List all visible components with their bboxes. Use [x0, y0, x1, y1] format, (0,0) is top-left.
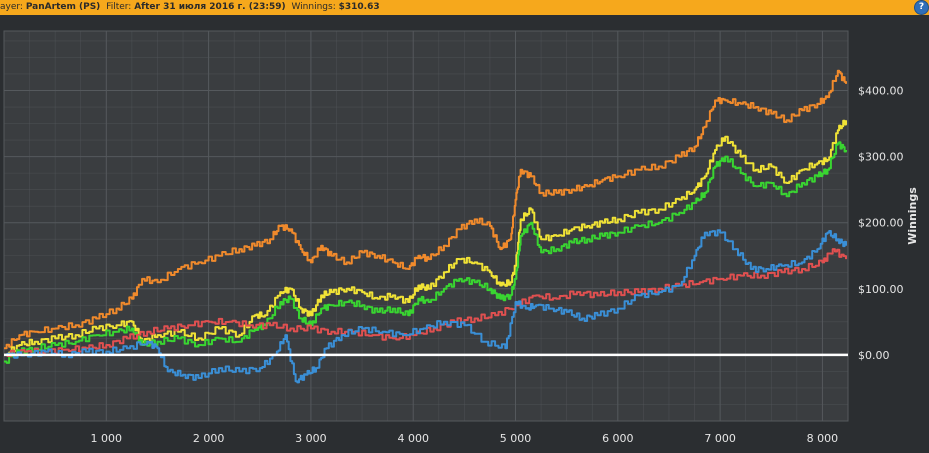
player-label: ayer:: [0, 2, 23, 12]
y-axis-ticks: $0.00 $100.00 $200.00 $300.00 $400.00: [858, 84, 904, 361]
help-icon[interactable]: ?: [914, 0, 929, 15]
x-tick-label: 8 000: [807, 432, 839, 445]
y-axis-label: Winnings: [906, 187, 919, 245]
x-tick-label: 1 000: [91, 432, 123, 445]
x-tick-label: 6 000: [602, 432, 634, 445]
x-axis-ticks: 1 000 2 000 3 000 4 000 5 000 6 000 7 000 8 000: [91, 432, 839, 445]
filter-label: Filter:: [106, 2, 132, 12]
player-value: PanArtem (PS): [25, 2, 101, 12]
y-tick-label: $100.00: [858, 283, 904, 296]
x-tick-label: 2 000: [193, 432, 225, 445]
winnings-chart: 1 000 2 000 3 000 4 000 5 000 6 000 7 000 8 000…: [3, 30, 919, 445]
x-tick-label: 4 000: [397, 432, 429, 445]
winnings-value: $310.63: [338, 2, 380, 12]
y-tick-label: $400.00: [858, 84, 904, 97]
x-tick-label: 5 000: [500, 432, 532, 445]
x-tick-label: 3 000: [295, 432, 327, 445]
plot-area: [3, 30, 849, 422]
y-tick-label: $200.00: [858, 217, 904, 230]
filter-value: After 31 июля 2016 г. (23:59): [134, 2, 286, 12]
y-tick-label: $300.00: [858, 151, 904, 164]
y-tick-label: $0.00: [858, 349, 890, 362]
winnings-label: Winnings:: [291, 2, 336, 12]
title-bar: ayer: PanArtem (PS) Filter: After 31 июл…: [0, 0, 929, 15]
x-tick-label: 7 000: [704, 432, 736, 445]
